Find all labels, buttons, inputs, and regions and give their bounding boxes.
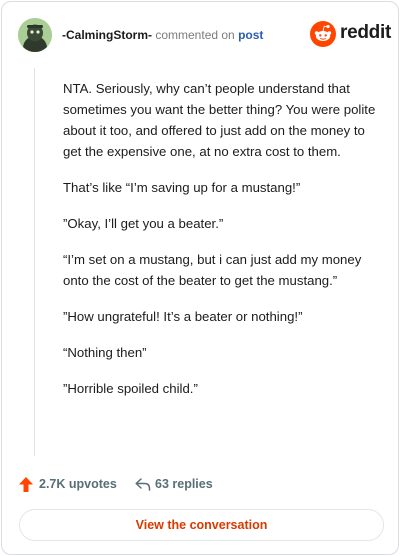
- comment-card: -CalmingStorm- commented on post reddit …: [1, 1, 399, 555]
- upvote-button[interactable]: 2.7K upvotes: [18, 475, 128, 495]
- view-conversation-button[interactable]: View the conversation: [19, 509, 384, 541]
- comment-paragraph: ”Okay, I’ll get you a beater.”: [63, 216, 224, 231]
- replies-button[interactable]: 63 replies: [134, 475, 234, 495]
- reddit-logo-icon: [310, 21, 336, 47]
- comment-paragraph: ”How ungrateful! It’s a beater or nothin…: [63, 309, 303, 324]
- thread-line: [34, 68, 35, 456]
- reddit-logo[interactable]: reddit: [310, 20, 391, 48]
- avatar-icon: [18, 18, 52, 52]
- upvote-arrow-icon: [19, 477, 33, 492]
- post-link[interactable]: post: [238, 28, 263, 42]
- reply-count: 63 replies: [155, 477, 213, 491]
- comment-paragraph: ”Horrible spoiled child.”: [63, 381, 198, 396]
- username[interactable]: -CalmingStorm-: [62, 28, 152, 42]
- brand-wordmark: reddit: [340, 22, 391, 43]
- author-line: -CalmingStorm- commented on post: [62, 28, 263, 42]
- upvote-count: 2.7K upvotes: [39, 477, 117, 491]
- reply-arrow-icon: [135, 478, 151, 491]
- comment-header: -CalmingStorm- commented on post reddit: [18, 18, 391, 52]
- action-text: commented on: [155, 28, 235, 42]
- comment-paragraph: “I’m set on a mustang, but i can just ad…: [63, 252, 362, 288]
- comment-paragraph: That’s like “I’m saving up for a mustang…: [63, 180, 301, 195]
- comment-paragraph: NTA. Seriously, why can’t people underst…: [63, 81, 376, 159]
- avatar[interactable]: [18, 18, 52, 52]
- comment-paragraph: “Nothing then”: [63, 345, 147, 360]
- comment-body: NTA. Seriously, why can’t people underst…: [63, 78, 383, 414]
